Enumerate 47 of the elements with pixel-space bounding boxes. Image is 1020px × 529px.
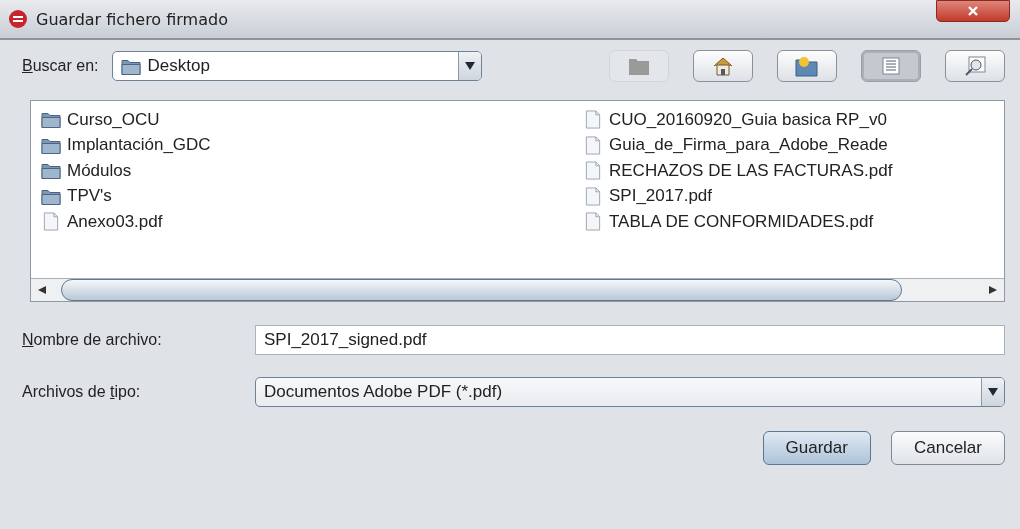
scroll-left-icon [38,286,46,294]
file-item[interactable]: RECHAZOS DE LAS FACTURAS.pdf [583,158,893,184]
file-item[interactable]: TPV's [41,183,583,209]
folder-icon [628,56,650,76]
file-item[interactable]: Implantación_GDC [41,132,583,158]
list-view-icon [882,57,900,75]
document-icon [583,110,603,130]
folder-icon [41,110,61,130]
file-item[interactable]: Anexo03.pdf [41,209,583,235]
document-icon [583,186,603,206]
save-button[interactable]: Guardar [762,431,871,465]
document-icon [583,135,603,155]
scroll-right-icon [989,286,997,294]
close-button[interactable] [936,0,1010,22]
look-in-dropdown[interactable]: Desktop [112,51,483,81]
field-label: Nombre de archivo: [22,331,162,348]
folder-icon [41,161,61,181]
toolbar-button[interactable] [861,50,921,82]
dropdown-value: Documentos Adobe PDF (*.pdf) [264,382,503,402]
app-logo-icon [8,9,28,29]
document-icon [583,161,603,181]
cancel-button[interactable]: Cancelar [890,431,1005,465]
home-icon [712,56,734,76]
scrollbar-thumb[interactable] [61,279,902,301]
dropdown-value: Desktop [147,56,210,76]
field-label: Archivos de tipo: [22,383,141,400]
new-folder-icon [795,55,819,77]
file-item[interactable]: Módulos [41,158,583,184]
file-item[interactable]: SPI_2017.pdf [583,183,893,209]
file-name-field[interactable]: SPI_2017_signed.pdf [255,325,1005,355]
caret-icon [465,62,476,70]
toolbar-button[interactable] [693,50,753,82]
magnifier-icon [964,56,986,76]
window-title: Guardar fichero firmado [36,9,228,29]
document-icon [583,212,603,232]
field-label: Buscar en: [22,57,99,75]
toolbar-button[interactable] [945,50,1005,82]
horizontal-scrollbar[interactable] [31,278,1004,301]
file-item[interactable]: Curso_OCU [41,107,583,133]
file-item[interactable]: CUO_20160920_Guia basica RP_v0 [583,107,893,133]
toolbar-button[interactable] [777,50,837,82]
file-type-dropdown[interactable]: Documentos Adobe PDF (*.pdf) [255,377,1005,407]
document-icon [41,212,61,232]
close-icon [967,6,979,16]
caret-icon [988,388,998,396]
file-item[interactable]: TABLA DE CONFORMIDADES.pdf [583,209,893,235]
file-item[interactable]: Guia_de_Firma_para_Adobe_Reade [583,132,893,158]
